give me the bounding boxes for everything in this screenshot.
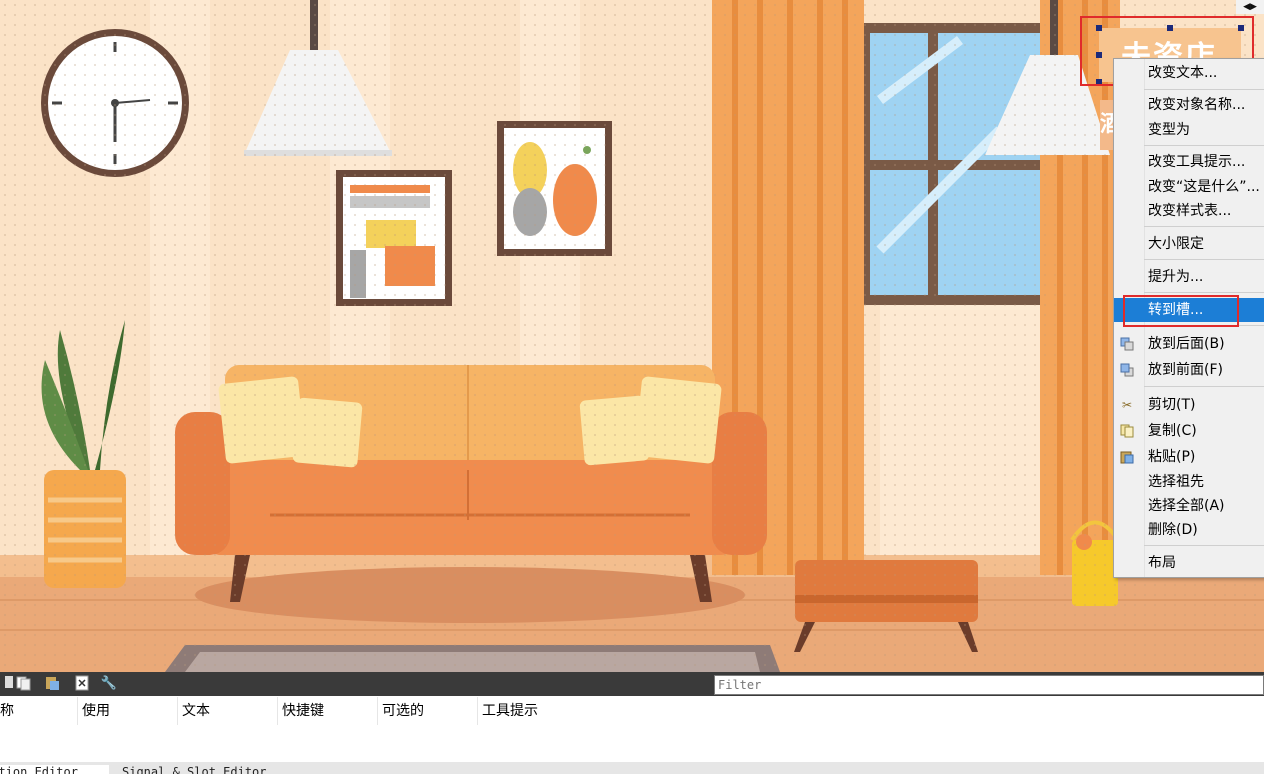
column-header-text[interactable]: 文本	[178, 697, 278, 725]
menu-item-change-text[interactable]: 改变文本...	[1114, 61, 1264, 85]
wrench-icon[interactable]: 🔧	[100, 675, 118, 693]
menu-item-morph-into[interactable]: 变型为	[1114, 118, 1264, 142]
menu-item-change-whats-this[interactable]: 改变“这是什么”...	[1114, 175, 1264, 199]
delete-action-icon[interactable]	[73, 675, 91, 693]
form-scroll-arrows[interactable]: ◀▶	[1236, 0, 1264, 14]
menu-item-delete[interactable]: 删除(D)	[1114, 518, 1264, 542]
column-header-name[interactable]: 称	[0, 697, 78, 725]
menu-item-size-constraints[interactable]: 大小限定	[1114, 232, 1264, 256]
send-back-icon	[1120, 337, 1134, 351]
menu-item-paste[interactable]: 粘贴(P)	[1114, 445, 1264, 469]
paste-icon	[1120, 450, 1134, 464]
menu-item-promote-to[interactable]: 提升为...	[1114, 265, 1264, 289]
bottom-tab-bar: Action Editor Signal & Slot Editor	[0, 762, 1264, 774]
bring-front-icon	[1120, 363, 1134, 377]
living-room-illustration	[0, 0, 1264, 672]
menu-item-cut[interactable]: ✂ 剪切(T)	[1114, 393, 1264, 417]
scissors-icon: ✂	[1121, 398, 1133, 412]
paste-action-icon[interactable]	[43, 675, 61, 693]
filter-input[interactable]	[714, 675, 1264, 695]
action-table-header: 称 使用 文本 快捷键 可选的 工具提示	[0, 697, 1264, 725]
menu-item-select-all[interactable]: 选择全部(A)	[1114, 494, 1264, 518]
menu-item-copy[interactable]: 复制(C)	[1114, 419, 1264, 443]
menu-item-change-tooltip[interactable]: 改变工具提示...	[1114, 150, 1264, 174]
menu-item-layout[interactable]: 布局	[1114, 551, 1264, 575]
column-header-used[interactable]: 使用	[78, 697, 178, 725]
tab-action-editor[interactable]: Action Editor	[0, 765, 109, 774]
copy-icon	[1120, 424, 1134, 438]
column-header-shortcut[interactable]: 快捷键	[278, 697, 378, 725]
form-canvas[interactable]: ◀▶ 未资店 酒	[0, 0, 1264, 672]
tab-signal-slot-editor[interactable]: Signal & Slot Editor	[122, 765, 267, 774]
menu-item-change-object-name[interactable]: 改变对象名称...	[1114, 93, 1264, 117]
copy-action-icon[interactable]	[14, 675, 32, 693]
menu-item-select-ancestor[interactable]: 选择祖先	[1114, 470, 1264, 494]
column-header-tooltip[interactable]: 工具提示	[478, 697, 598, 725]
go-to-slot-annotation-box	[1123, 295, 1239, 327]
menu-item-send-to-back[interactable]: 放到后面(B)	[1114, 332, 1264, 356]
menu-item-bring-to-front[interactable]: 放到前面(F)	[1114, 358, 1264, 382]
menu-item-change-stylesheet[interactable]: 改变样式表...	[1114, 199, 1264, 223]
column-header-checkable[interactable]: 可选的	[378, 697, 478, 725]
